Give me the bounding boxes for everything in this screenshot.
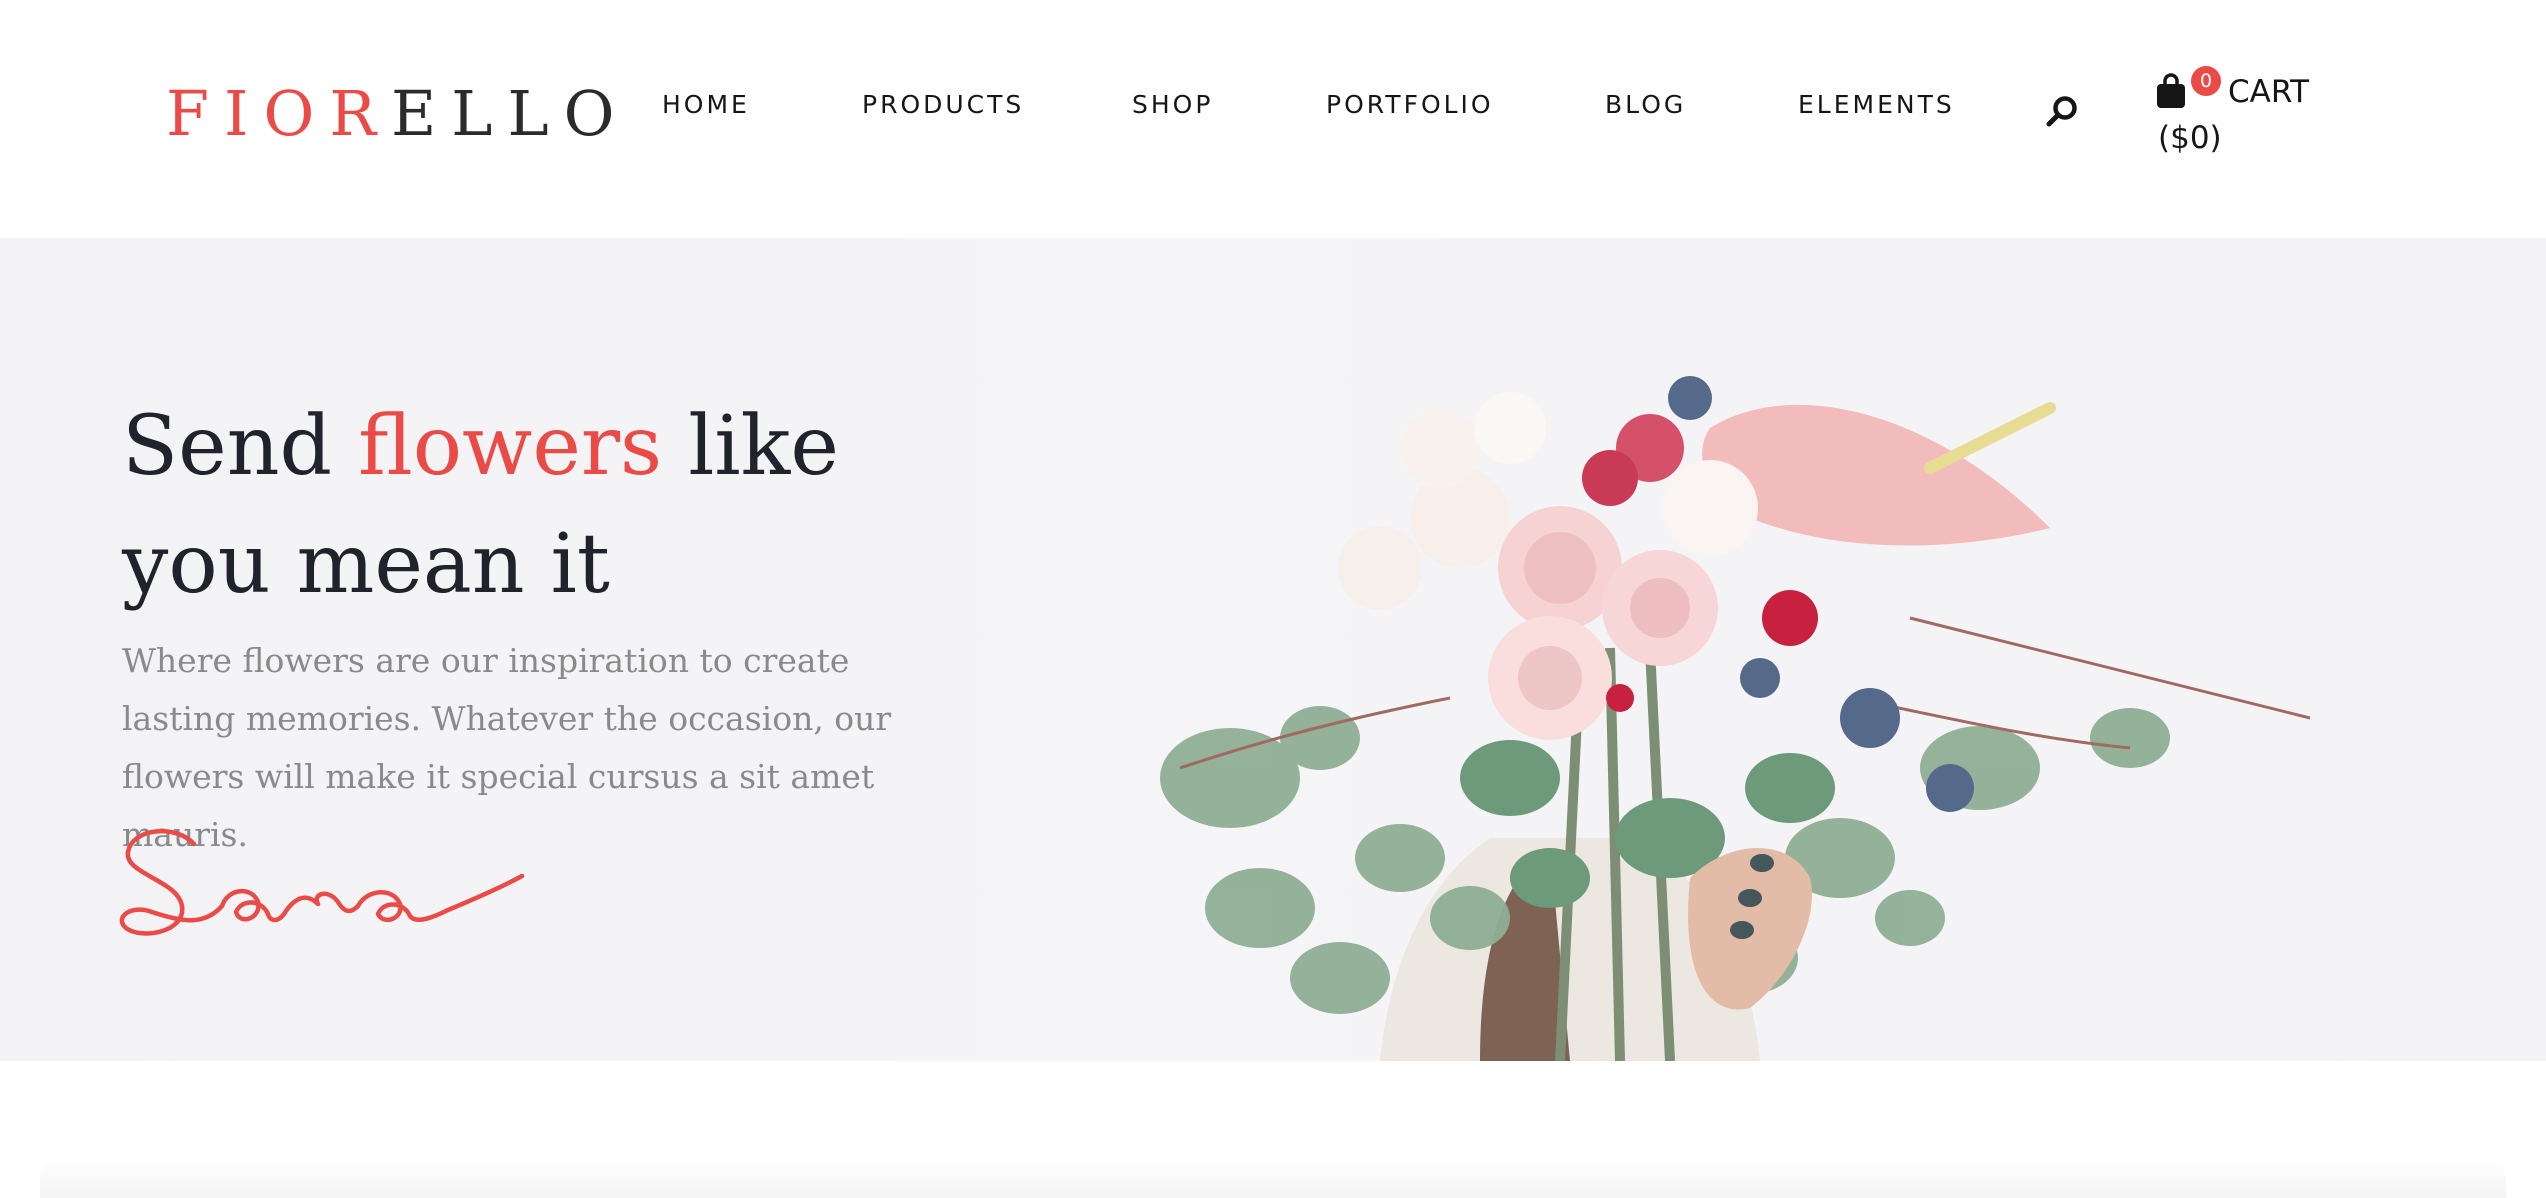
nav-item-products[interactable]: PRODUCTS [862, 88, 1024, 122]
search-button[interactable] [2044, 94, 2080, 130]
cart-total: ($0) [2158, 120, 2222, 156]
hero-title-part2: like [662, 399, 839, 494]
brand-logo[interactable]: FIORELLO [166, 78, 629, 150]
hero-title-highlight: flowers [358, 399, 663, 494]
nav-item-elements[interactable]: ELEMENTS [1798, 88, 1955, 122]
cart-button[interactable]: 0 CART ($0) [2156, 66, 2356, 166]
hero-title-line2: you mean it [122, 517, 610, 612]
card-top-edge [40, 1158, 2506, 1198]
content-section [0, 1061, 2546, 1198]
logo-accent-text: FIOR [166, 77, 392, 150]
cart-label: CART [2228, 74, 2310, 110]
shopping-bag-icon [2157, 73, 2185, 108]
nav-item-shop[interactable]: SHOP [1132, 88, 1213, 122]
site-header: FIORELLO HOME PRODUCTS SHOP PORTFOLIO BL… [0, 0, 2546, 238]
hero-banner: Send flowers like you mean it Where flowe… [0, 238, 2546, 1061]
nav-item-blog[interactable]: BLOG [1605, 88, 1686, 122]
logo-rest-text: ELLO [391, 77, 630, 150]
signature-image [119, 829, 525, 936]
hero-title: Send flowers like you mean it [122, 388, 839, 624]
flower-bouquet-image [1160, 376, 2311, 1061]
hero-title-part1: Send [122, 399, 359, 494]
nav-item-home[interactable]: HOME [662, 88, 750, 122]
nav-item-portfolio[interactable]: PORTFOLIO [1326, 88, 1494, 122]
search-icon [2046, 96, 2077, 127]
cart-count-badge: 0 [2191, 66, 2221, 96]
